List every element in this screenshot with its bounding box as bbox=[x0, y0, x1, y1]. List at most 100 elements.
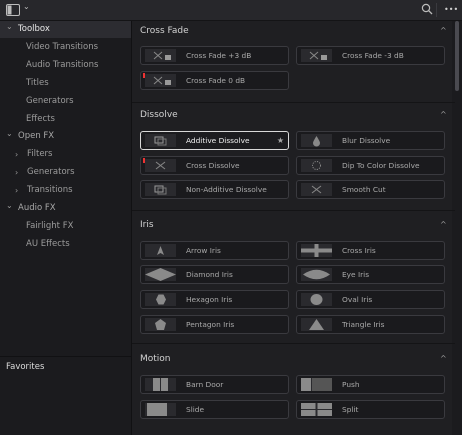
effect-label: Barn Door bbox=[186, 380, 224, 389]
chevron-down-icon: ⌄ bbox=[23, 2, 30, 11]
sidebar-item-label: Video Transitions bbox=[26, 42, 99, 52]
effect-tile-hexagon-iris[interactable]: Hexagon Iris bbox=[140, 290, 289, 309]
effect-tile-blur-dissolve[interactable]: Blur Dissolve bbox=[296, 131, 445, 150]
effect-label: Pentagon Iris bbox=[186, 320, 235, 329]
sidebar-item-label: AU Effects bbox=[26, 239, 70, 249]
effect-label: Cross Fade +3 dB bbox=[186, 51, 252, 60]
split-icon bbox=[301, 403, 332, 416]
sidebar-item-toolbox[interactable]: ⌄ Toolbox bbox=[0, 21, 131, 38]
effect-tile-arrow-iris[interactable]: Arrow Iris bbox=[140, 241, 289, 260]
panel-toggle-button[interactable]: ⌄ bbox=[6, 2, 30, 16]
push-icon bbox=[301, 378, 332, 391]
audio-crossfade-icon bbox=[145, 74, 176, 87]
oval-iris-icon bbox=[301, 293, 332, 306]
effect-label: Diamond Iris bbox=[186, 270, 233, 279]
chevron-right-icon: › bbox=[15, 168, 19, 177]
dissolve-icon bbox=[145, 134, 176, 147]
arrow-iris-icon bbox=[145, 244, 176, 257]
section-divider bbox=[132, 210, 455, 211]
effect-label: Dip To Color Dissolve bbox=[342, 161, 420, 170]
section-title-iris: Iris bbox=[140, 220, 154, 230]
effect-label: Arrow Iris bbox=[186, 246, 221, 255]
dissolve-icon bbox=[145, 183, 176, 196]
effect-tile-barn-door[interactable]: Barn Door bbox=[140, 375, 289, 394]
favorite-star-icon[interactable]: ★ bbox=[277, 132, 284, 149]
sidebar-item-ofx-generators[interactable]: › Generators bbox=[0, 164, 131, 181]
sidebar-item-label: Fairlight FX bbox=[26, 221, 74, 231]
effect-tile-cross-fade-plus-3db[interactable]: Cross Fade +3 dB bbox=[140, 46, 289, 65]
sidebar-item-generators[interactable]: Generators bbox=[0, 93, 131, 110]
sidebar-item-label: Transitions bbox=[27, 185, 73, 195]
sidebar-item-open-fx[interactable]: ⌄ Open FX bbox=[0, 128, 131, 145]
chevron-down-icon: ⌄ bbox=[6, 22, 13, 31]
effect-tile-smooth-cut[interactable]: Smooth Cut bbox=[296, 180, 445, 199]
effect-label: Push bbox=[342, 380, 360, 389]
favorites-divider bbox=[0, 356, 131, 357]
sidebar-item-label: Titles bbox=[26, 78, 49, 88]
sidebar-item-label: Filters bbox=[27, 149, 53, 159]
effect-label: Cross Fade -3 dB bbox=[342, 51, 404, 60]
more-options-button[interactable]: ••• bbox=[444, 3, 458, 15]
barn-door-icon bbox=[145, 378, 176, 391]
sidebar-item-audio-transitions[interactable]: Audio Transitions bbox=[0, 57, 131, 74]
sidebar-item-effects[interactable]: Effects bbox=[0, 111, 131, 128]
effect-tile-diamond-iris[interactable]: Diamond Iris bbox=[140, 265, 289, 284]
effect-tile-non-additive-dissolve[interactable]: Non-Additive Dissolve bbox=[140, 180, 289, 199]
scrollbar[interactable] bbox=[455, 21, 459, 91]
effect-tile-cross-iris[interactable]: Cross Iris bbox=[296, 241, 445, 260]
chevron-down-icon: ⌄ bbox=[6, 201, 13, 210]
collapse-chevron-icon[interactable]: ^ bbox=[440, 110, 447, 119]
section-title-dissolve: Dissolve bbox=[140, 110, 178, 120]
sidebar-item-video-transitions[interactable]: Video Transitions bbox=[0, 39, 131, 56]
effect-tile-additive-dissolve[interactable]: Additive Dissolve ★ bbox=[140, 131, 289, 150]
effect-tile-cross-fade-0db[interactable]: Cross Fade 0 dB bbox=[140, 71, 289, 90]
sidebar-item-au-effects[interactable]: AU Effects bbox=[0, 236, 131, 253]
sidebar-item-filters[interactable]: › Filters bbox=[0, 146, 131, 163]
collapse-chevron-icon[interactable]: ^ bbox=[440, 26, 447, 35]
effect-tile-triangle-iris[interactable]: Triangle Iris bbox=[296, 315, 445, 334]
sidebar-item-fairlight-fx[interactable]: Fairlight FX bbox=[0, 218, 131, 235]
effect-label: Cross Fade 0 dB bbox=[186, 76, 246, 85]
favorites-header[interactable]: Favorites bbox=[6, 362, 44, 372]
cross-dissolve-icon bbox=[145, 159, 176, 172]
triangle-iris-icon bbox=[301, 318, 332, 331]
effect-label: Slide bbox=[186, 405, 205, 414]
effect-tile-eye-iris[interactable]: Eye Iris bbox=[296, 265, 445, 284]
effect-label: Eye Iris bbox=[342, 270, 370, 279]
effect-tile-cross-fade-minus-3db[interactable]: Cross Fade -3 dB bbox=[296, 46, 445, 65]
effect-label: Split bbox=[342, 405, 359, 414]
effect-label: Smooth Cut bbox=[342, 185, 386, 194]
sidebar-item-audio-fx[interactable]: ⌄ Audio FX bbox=[0, 200, 131, 217]
sidebar-item-ofx-transitions[interactable]: › Transitions bbox=[0, 182, 131, 199]
audio-crossfade-icon bbox=[145, 49, 176, 62]
effect-tile-oval-iris[interactable]: Oval Iris bbox=[296, 290, 445, 309]
effect-label: Cross Dissolve bbox=[186, 161, 240, 170]
effects-library-window: ⌄ ••• ⌄ Toolbox Video Transitions Audio … bbox=[0, 0, 462, 435]
sidebar-item-label: Toolbox bbox=[18, 24, 50, 34]
effect-tile-dip-to-color-dissolve[interactable]: Dip To Color Dissolve bbox=[296, 156, 445, 175]
panel-toggle-icon bbox=[6, 4, 20, 16]
sidebar-item-label: Audio Transitions bbox=[26, 60, 99, 70]
cross-dissolve-icon bbox=[301, 183, 332, 196]
effect-tile-split[interactable]: Split bbox=[296, 400, 445, 419]
effect-label: Triangle Iris bbox=[342, 320, 385, 329]
effect-label: Non-Additive Dissolve bbox=[186, 185, 267, 194]
effect-tile-cross-dissolve[interactable]: Cross Dissolve bbox=[140, 156, 289, 175]
pentagon-iris-icon bbox=[145, 318, 176, 331]
effect-tile-push[interactable]: Push bbox=[296, 375, 445, 394]
effect-label: Cross Iris bbox=[342, 246, 376, 255]
section-title-motion: Motion bbox=[140, 354, 171, 364]
collapse-chevron-icon[interactable]: ^ bbox=[440, 354, 447, 363]
search-button[interactable] bbox=[421, 3, 433, 15]
more-icon: ••• bbox=[444, 4, 459, 14]
sidebar-item-label: Effects bbox=[26, 114, 55, 124]
collapse-chevron-icon[interactable]: ^ bbox=[440, 220, 447, 229]
eye-iris-icon bbox=[301, 268, 332, 281]
sidebar-item-titles[interactable]: Titles bbox=[0, 75, 131, 92]
effect-tile-pentagon-iris[interactable]: Pentagon Iris bbox=[140, 315, 289, 334]
slide-icon bbox=[145, 403, 176, 416]
chevron-down-icon: ⌄ bbox=[6, 129, 13, 138]
effect-tile-slide[interactable]: Slide bbox=[140, 400, 289, 419]
diamond-iris-icon bbox=[145, 268, 176, 281]
effect-label: Oval Iris bbox=[342, 295, 373, 304]
